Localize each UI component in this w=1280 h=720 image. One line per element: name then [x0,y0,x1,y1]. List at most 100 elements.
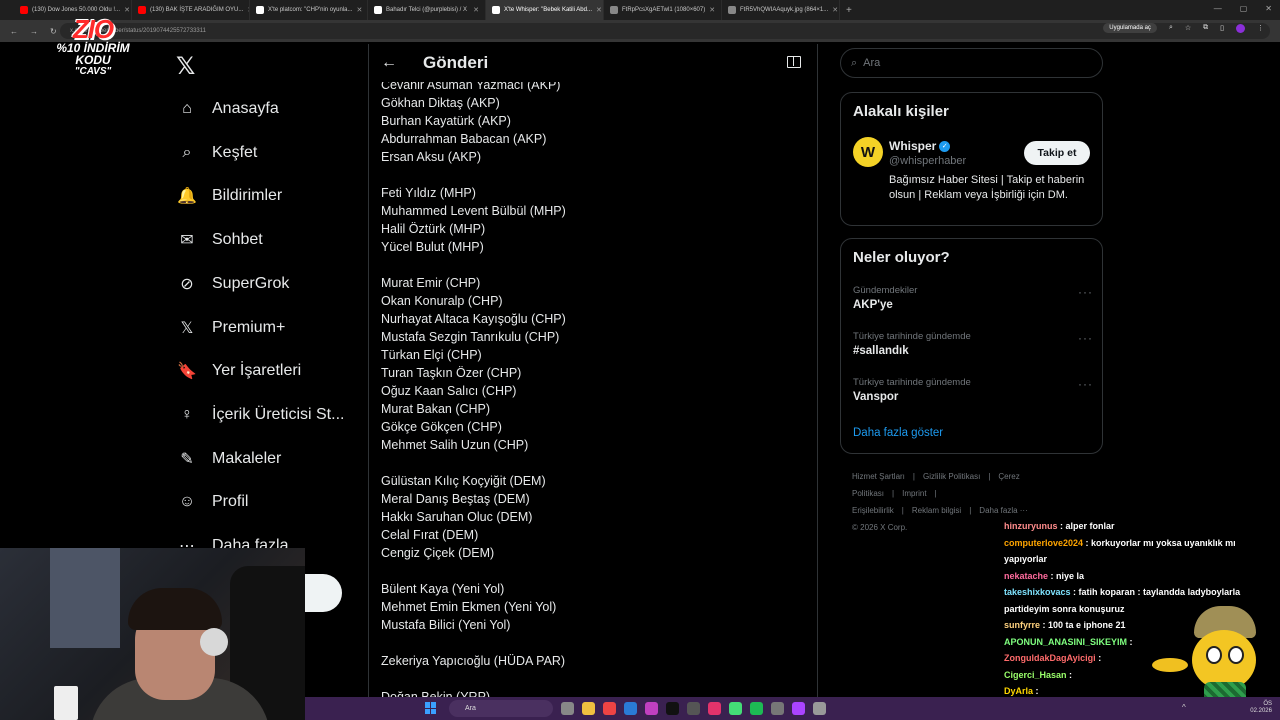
browser-tab[interactable]: FtR5VhQWIAAquyk.jpg (864×1... ✕ [722,0,840,20]
follow-button[interactable]: Takip et [1024,141,1090,165]
tab-favicon-icon [610,6,618,14]
close-tab-icon[interactable]: ✕ [828,6,838,14]
browser-tab[interactable]: X'te Whisper: "Bebek Katili Abd... ✕ [486,0,604,20]
close-tab-icon[interactable]: ✕ [243,6,249,14]
url-input[interactable]: x.com/whisperhaber/status/20190744255727… [60,23,1270,39]
sidebar-icon[interactable]: ▯ [1220,24,1224,32]
footer-link[interactable]: Hizmet Şartları [852,472,905,481]
chat-message: computerlove2024 : korkuyorlar mı yoksa … [1004,535,1280,552]
post-text-line: Mustafa Bilici (Yeni Yol) [381,618,511,632]
footer-separator: | [969,506,972,515]
sticker-eye [1206,646,1222,664]
sticker-eye [1228,646,1244,664]
nav-item-i-çerik-üreticisi-st-[interactable]: ♀ İçerik Üreticisi St... [176,400,344,430]
taskbar-apps [561,702,826,715]
address-bar: ← → ↻ x.com/whisperhaber/status/20190744… [0,20,1280,42]
post-text-line: Turan Taşkın Özer (CHP) [381,366,522,380]
nav-item-makaleler[interactable]: ✎ Makaleler [176,444,281,474]
edge-icon[interactable] [624,702,637,715]
minimize-button[interactable]: — [1214,4,1222,13]
more-options-icon[interactable]: ··· [1078,377,1093,391]
reader-mode-icon[interactable] [787,56,801,68]
show-more-link[interactable]: Daha fazla göster [853,427,943,439]
bell-icon: 🔔 [177,188,197,206]
chrome-icon[interactable] [603,702,616,715]
new-tab-button[interactable]: + [846,5,852,16]
profile-icon: ☺ [178,493,196,511]
post-text-line: Ersan Aksu (AKP) [381,150,482,164]
browser-tab[interactable]: FtRpPcsXgAETwl1 (1080×607) ✕ [604,0,722,20]
system-tray[interactable]: ÖS 02.2026 [1250,701,1272,715]
close-tab-icon[interactable]: ✕ [469,6,479,14]
close-tab-icon[interactable]: ✕ [592,6,602,14]
trend-item[interactable]: Türkiye tarihinde gündemde Vanspor ··· [853,377,1093,403]
x-logo-icon[interactable]: 𝕏 [176,52,195,81]
profile-avatar[interactable] [1236,23,1245,33]
tray-chevron-icon[interactable]: ^ [1182,703,1186,712]
nav-item-keşfet[interactable]: ⌕ Keşfet [176,138,258,168]
account-name[interactable]: Whisper ✓ [889,139,951,153]
close-tab-icon[interactable]: ✕ [705,6,715,14]
extensions-icon[interactable]: ⧉ [1203,24,1208,32]
back-arrow-icon[interactable]: ← [381,54,401,72]
close-tab-icon[interactable]: ✕ [120,6,130,14]
app-icon[interactable] [792,702,805,715]
footer-link[interactable]: Erişilebilirlik [852,506,894,515]
taskbar-search[interactable]: Ara [449,700,553,717]
microphone-icon [200,628,228,656]
nav-item-anasayfa[interactable]: ⌂ Anasayfa [176,94,279,124]
app-icon[interactable] [687,702,700,715]
trend-item[interactable]: Gündemdekiler AKP'ye ··· [853,285,1093,311]
nav-item-sohbet[interactable]: ✉ Sohbet [176,225,263,255]
task-view-icon[interactable] [561,702,574,715]
tiktok-icon[interactable] [666,702,679,715]
open-in-app-button[interactable]: Uygulamada aç [1103,23,1157,33]
search-icon: ⌕ [851,56,858,69]
spotify-icon[interactable] [750,702,763,715]
chat-message: yapıyorlar [1004,551,1280,568]
zoom-icon[interactable]: ⌕ [1169,24,1173,32]
chat-text: partideyim sonra konuşuruz [1004,603,1125,614]
nav-item-profil[interactable]: ☺ Profil [176,487,249,517]
post-text-line: Yücel Bulut (MHP) [381,240,484,254]
browser-tab[interactable]: (130) BAK İŞTE ARADIĞIM OYU...✕ [132,0,250,20]
start-icon[interactable] [425,702,437,714]
app-icon[interactable] [771,702,784,715]
trend-item[interactable]: Türkiye tarihinde gündemde #sallandık ··… [853,331,1093,357]
browser-tab[interactable]: X'te platcom: "CHP'nin oyunla... ✕ [250,0,368,20]
window-controls: — ▢ ✕ [1214,4,1272,13]
footer-link[interactable]: Imprint [902,489,926,498]
nav-item-premium-[interactable]: 𝕏 Premium+ [176,313,286,343]
app-icon[interactable] [729,702,742,715]
avatar[interactable]: W [853,137,883,167]
search-input[interactable]: ⌕ Ara [840,48,1103,78]
app-icon[interactable] [813,702,826,715]
close-tab-icon[interactable]: ✕ [352,6,362,14]
more-options-icon[interactable]: ··· [1078,331,1093,345]
nav-item-label: Sohbet [212,231,263,249]
webcam-streamer-hair [128,588,222,630]
nav-item-yer-i-şaretleri[interactable]: 🔖 Yer İşaretleri [176,356,301,386]
browser-tab-strip: (130) Dow Jones 50.000 Oldu !... ✕ (130) B… [0,0,1280,20]
footer-link[interactable]: © 2026 X Corp. [852,523,907,532]
nav-item-supergrok[interactable]: ⊘ SuperGrok [176,269,289,299]
app-icon[interactable] [645,702,658,715]
close-window-button[interactable]: ✕ [1265,4,1272,13]
nav-item-bildirimler[interactable]: 🔔 Bildirimler [176,181,282,211]
back-arrow-icon[interactable]: ← [10,27,20,36]
footer-link[interactable]: Reklam bilgisi [912,506,961,515]
nav-item-label: İçerik Üreticisi St... [212,405,345,423]
maximize-button[interactable]: ▢ [1240,4,1248,13]
file-explorer-icon[interactable] [582,702,595,715]
app-icon[interactable] [708,702,721,715]
browser-tab[interactable]: Bahadır Telci (@purplebisi) / X ✕ [368,0,486,20]
account-handle[interactable]: @whisperhaber [889,155,966,167]
chat-text: yapıyorlar [1004,554,1048,564]
footer-link[interactable]: Gizlilik Politikası [923,472,980,481]
post-text-line: Celal Fırat (DEM) [381,528,479,542]
menu-icon[interactable]: ⋮ [1257,24,1264,32]
more-options-icon[interactable]: ··· [1078,285,1093,299]
footer-link[interactable]: Daha fazla ··· [979,506,1027,515]
windows-taskbar: Ara ÖS 02.2026 [305,697,1280,720]
bookmark-star-icon[interactable]: ☆ [1185,24,1191,32]
